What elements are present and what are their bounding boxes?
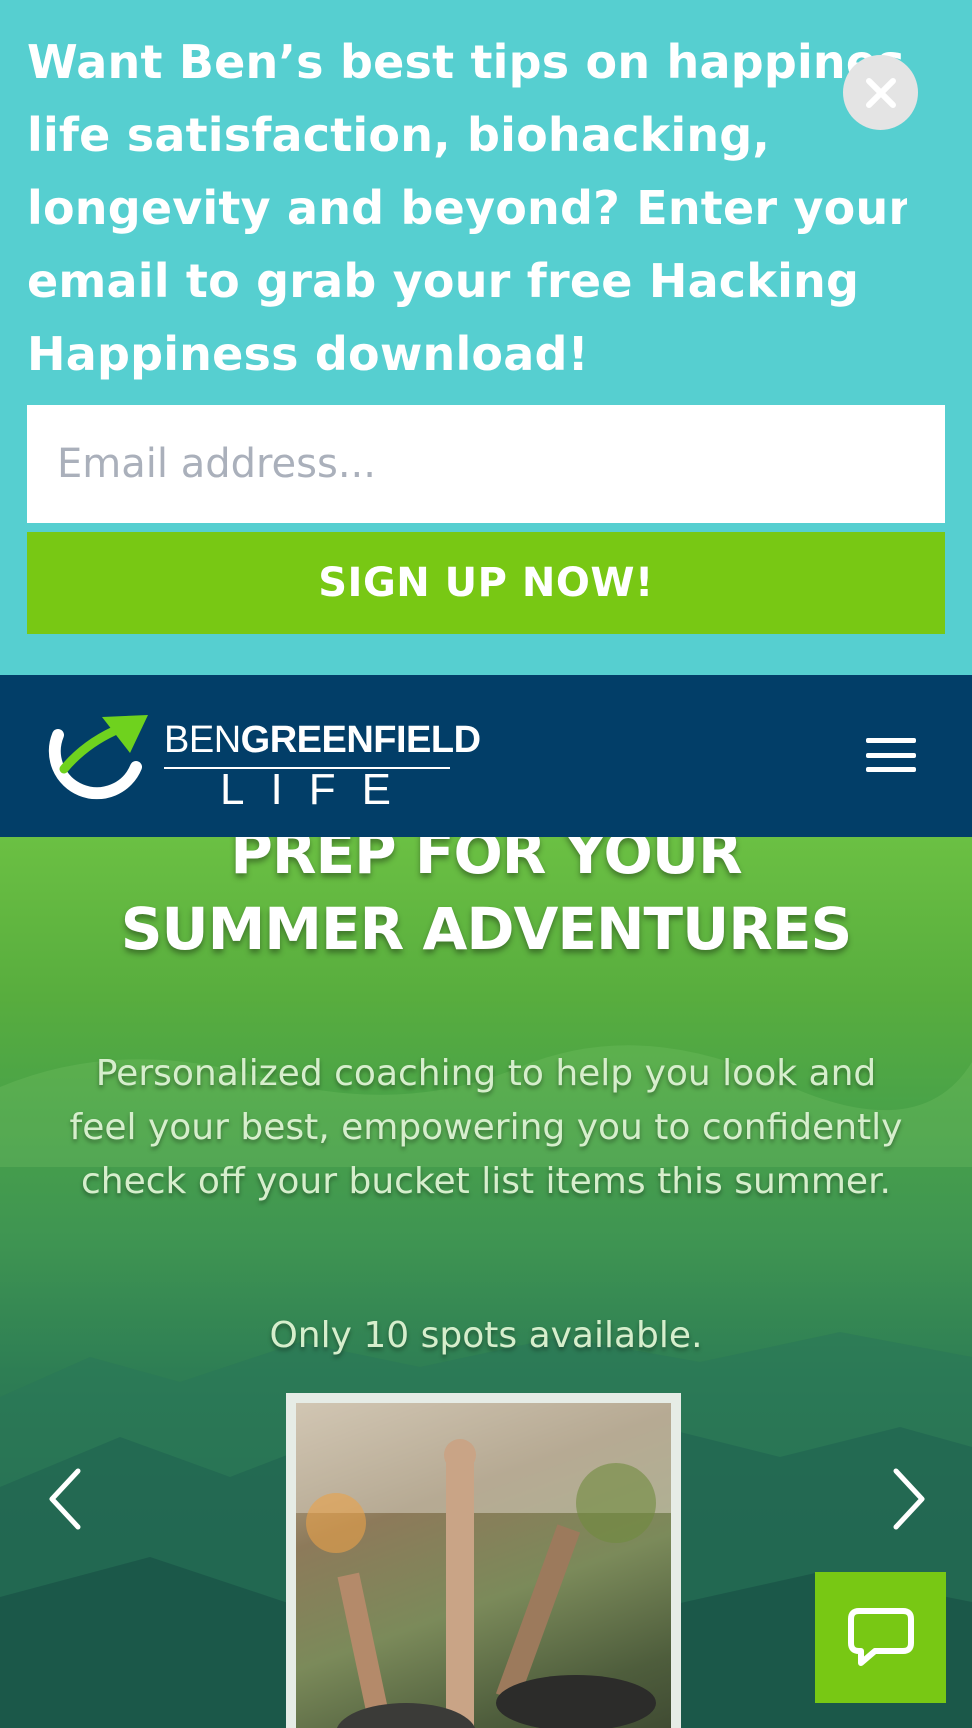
promo-text-line: email to grab your free Hacking <box>27 254 860 308</box>
chevron-left-icon <box>49 1468 81 1530</box>
promo-text-line: Happiness download! <box>27 327 589 381</box>
carousel-prev-button[interactable] <box>40 1459 90 1539</box>
logo[interactable]: BENGREENFIELD LIFE <box>44 705 481 814</box>
carousel-slide[interactable] <box>286 1393 681 1728</box>
email-field[interactable] <box>27 405 945 523</box>
promo-text-line: life satisfaction, biohacking, <box>27 108 771 162</box>
hero-description: Personalized coaching to help you look a… <box>69 1053 903 1202</box>
site-header: BENGREENFIELD LIFE <box>0 675 972 837</box>
yoga-class-photo <box>296 1403 671 1728</box>
carousel-next-button[interactable] <box>884 1459 934 1539</box>
logo-name-light: BEN <box>164 719 241 761</box>
hero-spots-text: Only 10 spots available. <box>269 1315 703 1356</box>
hamburger-bar <box>866 767 916 772</box>
hero-title-line: SUMMER ADVENTURES <box>120 895 853 963</box>
logo-name-bold: GREENFIELD <box>240 719 481 761</box>
promo-text: Want Ben’s best tips on happiness, life … <box>27 26 907 391</box>
hamburger-menu-icon[interactable] <box>866 732 916 778</box>
chevron-right-icon <box>893 1468 925 1530</box>
promo-banner: Want Ben’s best tips on happiness, life … <box>0 0 972 675</box>
logo-mark-icon <box>48 715 148 800</box>
close-button[interactable] <box>843 55 918 130</box>
promo-text-line: longevity and beyond? Enter your <box>27 181 907 235</box>
close-icon <box>865 77 896 108</box>
hero-title: PREP FOR YOUR SUMMER ADVENTURES <box>0 837 972 967</box>
chat-bubble-icon <box>847 1607 914 1666</box>
logo-name: BENGREENFIELD <box>164 719 481 762</box>
signup-button[interactable]: SIGN UP NOW! <box>27 532 945 634</box>
promo-text-line: Want Ben’s best tips on happiness, <box>27 35 907 89</box>
hamburger-bar <box>866 738 916 743</box>
hero-title-line: PREP FOR YOUR <box>230 837 742 887</box>
hamburger-bar <box>866 752 916 758</box>
logo-tagline: LIFE <box>220 765 417 814</box>
chat-button[interactable] <box>815 1572 946 1703</box>
